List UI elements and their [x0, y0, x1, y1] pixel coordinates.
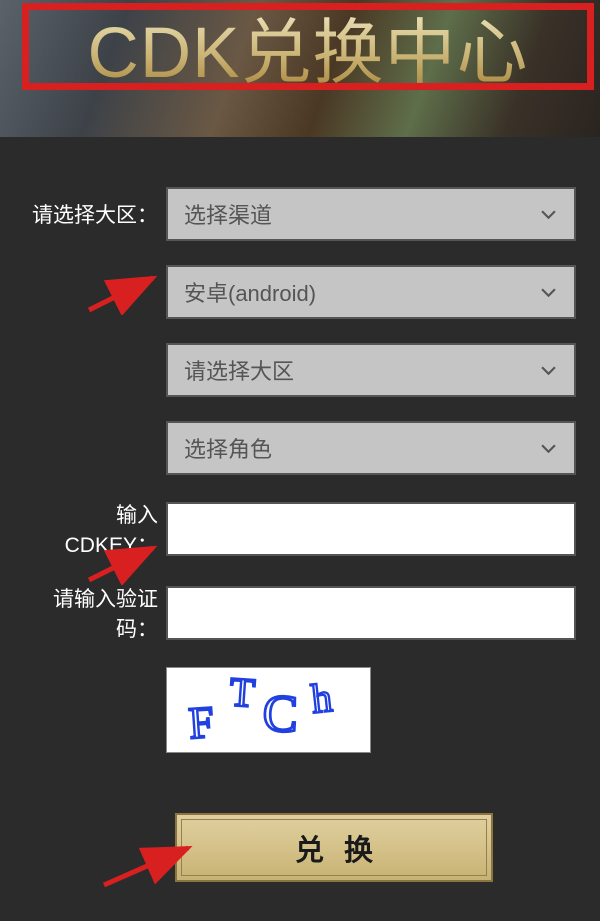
platform-select[interactable]: 安卓(android) [166, 265, 576, 319]
chevron-down-icon [541, 366, 556, 375]
page-title: CDK兑换中心 [88, 0, 529, 98]
captcha-input[interactable] [166, 586, 576, 640]
redeem-form: 请选择大区： 选择渠道 安卓(android) 请选择大区 选择角色 [0, 137, 600, 882]
svg-text:C: C [262, 685, 299, 744]
region-label: 请选择大区： [24, 199, 166, 229]
chevron-down-icon [541, 444, 556, 453]
captcha-image[interactable]: F T C h [166, 667, 371, 753]
role-select-value: 选择角色 [184, 432, 272, 464]
svg-text:F: F [187, 697, 215, 749]
cdkey-input[interactable] [166, 502, 576, 556]
region-select-value: 请选择大区 [184, 354, 294, 386]
chevron-down-icon [541, 210, 556, 219]
banner-header: CDK兑换中心 [0, 0, 600, 137]
captcha-svg: F T C h [167, 668, 370, 752]
title-highlight-box: CDK兑换中心 [22, 3, 594, 90]
platform-select-value: 安卓(android) [184, 276, 316, 308]
region-select[interactable]: 请选择大区 [166, 343, 576, 397]
redeem-button[interactable]: 兑换 [175, 813, 493, 882]
redeem-button-label: 兑换 [275, 827, 393, 869]
cdkey-label: 输入CDKEY： [24, 499, 166, 559]
role-select[interactable]: 选择角色 [166, 421, 576, 475]
svg-text:h: h [309, 674, 334, 722]
captcha-label: 请输入验证码： [24, 583, 166, 643]
channel-select[interactable]: 选择渠道 [166, 187, 576, 241]
svg-text:T: T [228, 668, 256, 716]
channel-select-value: 选择渠道 [184, 198, 272, 230]
chevron-down-icon [541, 288, 556, 297]
